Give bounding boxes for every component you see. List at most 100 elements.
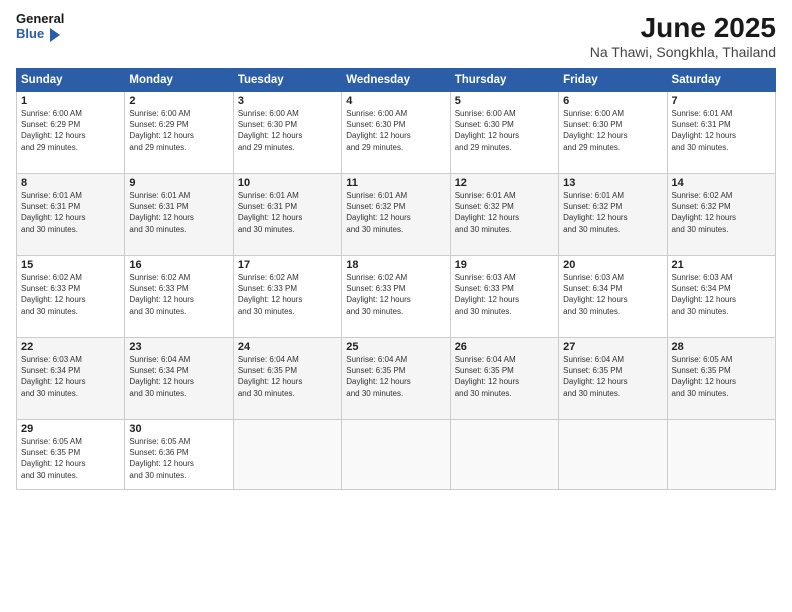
weekday-header-tuesday: Tuesday: [233, 69, 341, 92]
calendar-page: GeneralBlue June 2025 Na Thawi, Songkhla…: [0, 0, 792, 612]
day-number: 15: [21, 259, 120, 271]
day-info: Sunrise: 6:01 AM Sunset: 6:31 PM Dayligh…: [672, 108, 771, 153]
calendar-cell: 20Sunrise: 6:03 AM Sunset: 6:34 PM Dayli…: [559, 256, 667, 338]
calendar-cell: 28Sunrise: 6:05 AM Sunset: 6:35 PM Dayli…: [667, 338, 775, 420]
day-number: 10: [238, 177, 337, 189]
calendar-row-0: 1Sunrise: 6:00 AM Sunset: 6:29 PM Daylig…: [17, 92, 776, 174]
calendar-cell: 17Sunrise: 6:02 AM Sunset: 6:33 PM Dayli…: [233, 256, 341, 338]
calendar-title: June 2025: [590, 12, 776, 44]
calendar-cell: 27Sunrise: 6:04 AM Sunset: 6:35 PM Dayli…: [559, 338, 667, 420]
calendar-cell: [342, 420, 450, 490]
calendar-cell: [559, 420, 667, 490]
calendar-cell: 10Sunrise: 6:01 AM Sunset: 6:31 PM Dayli…: [233, 174, 341, 256]
calendar-row-1: 8Sunrise: 6:01 AM Sunset: 6:31 PM Daylig…: [17, 174, 776, 256]
calendar-cell: 16Sunrise: 6:02 AM Sunset: 6:33 PM Dayli…: [125, 256, 233, 338]
calendar-cell: 24Sunrise: 6:04 AM Sunset: 6:35 PM Dayli…: [233, 338, 341, 420]
day-info: Sunrise: 6:01 AM Sunset: 6:31 PM Dayligh…: [21, 190, 120, 235]
header: GeneralBlue June 2025 Na Thawi, Songkhla…: [16, 12, 776, 60]
day-info: Sunrise: 6:00 AM Sunset: 6:30 PM Dayligh…: [455, 108, 554, 153]
day-number: 1: [21, 95, 120, 107]
day-info: Sunrise: 6:04 AM Sunset: 6:35 PM Dayligh…: [346, 354, 445, 399]
calendar-cell: 26Sunrise: 6:04 AM Sunset: 6:35 PM Dayli…: [450, 338, 558, 420]
day-info: Sunrise: 6:04 AM Sunset: 6:35 PM Dayligh…: [563, 354, 662, 399]
calendar-cell: 1Sunrise: 6:00 AM Sunset: 6:29 PM Daylig…: [17, 92, 125, 174]
day-info: Sunrise: 6:01 AM Sunset: 6:32 PM Dayligh…: [455, 190, 554, 235]
weekday-header-row: SundayMondayTuesdayWednesdayThursdayFrid…: [17, 69, 776, 92]
calendar-cell: 19Sunrise: 6:03 AM Sunset: 6:33 PM Dayli…: [450, 256, 558, 338]
day-number: 24: [238, 341, 337, 353]
day-info: Sunrise: 6:03 AM Sunset: 6:34 PM Dayligh…: [672, 272, 771, 317]
day-info: Sunrise: 6:04 AM Sunset: 6:34 PM Dayligh…: [129, 354, 228, 399]
day-info: Sunrise: 6:00 AM Sunset: 6:30 PM Dayligh…: [563, 108, 662, 153]
day-number: 14: [672, 177, 771, 189]
weekday-header-wednesday: Wednesday: [342, 69, 450, 92]
day-info: Sunrise: 6:04 AM Sunset: 6:35 PM Dayligh…: [455, 354, 554, 399]
weekday-header-monday: Monday: [125, 69, 233, 92]
day-number: 27: [563, 341, 662, 353]
day-info: Sunrise: 6:00 AM Sunset: 6:29 PM Dayligh…: [129, 108, 228, 153]
day-number: 16: [129, 259, 228, 271]
day-info: Sunrise: 6:02 AM Sunset: 6:33 PM Dayligh…: [129, 272, 228, 317]
day-number: 7: [672, 95, 771, 107]
day-number: 6: [563, 95, 662, 107]
calendar-cell: 22Sunrise: 6:03 AM Sunset: 6:34 PM Dayli…: [17, 338, 125, 420]
day-info: Sunrise: 6:01 AM Sunset: 6:32 PM Dayligh…: [346, 190, 445, 235]
calendar-cell: 3Sunrise: 6:00 AM Sunset: 6:30 PM Daylig…: [233, 92, 341, 174]
calendar-cell: 11Sunrise: 6:01 AM Sunset: 6:32 PM Dayli…: [342, 174, 450, 256]
day-info: Sunrise: 6:02 AM Sunset: 6:32 PM Dayligh…: [672, 190, 771, 235]
day-number: 29: [21, 423, 120, 435]
day-info: Sunrise: 6:01 AM Sunset: 6:31 PM Dayligh…: [238, 190, 337, 235]
day-info: Sunrise: 6:01 AM Sunset: 6:31 PM Dayligh…: [129, 190, 228, 235]
day-number: 8: [21, 177, 120, 189]
day-number: 13: [563, 177, 662, 189]
day-info: Sunrise: 6:02 AM Sunset: 6:33 PM Dayligh…: [238, 272, 337, 317]
calendar-cell: 14Sunrise: 6:02 AM Sunset: 6:32 PM Dayli…: [667, 174, 775, 256]
day-info: Sunrise: 6:03 AM Sunset: 6:34 PM Dayligh…: [563, 272, 662, 317]
day-info: Sunrise: 6:03 AM Sunset: 6:33 PM Dayligh…: [455, 272, 554, 317]
calendar-cell: 8Sunrise: 6:01 AM Sunset: 6:31 PM Daylig…: [17, 174, 125, 256]
calendar-subtitle: Na Thawi, Songkhla, Thailand: [590, 44, 776, 60]
day-info: Sunrise: 6:04 AM Sunset: 6:35 PM Dayligh…: [238, 354, 337, 399]
day-info: Sunrise: 6:00 AM Sunset: 6:30 PM Dayligh…: [346, 108, 445, 153]
day-info: Sunrise: 6:02 AM Sunset: 6:33 PM Dayligh…: [346, 272, 445, 317]
calendar-table: SundayMondayTuesdayWednesdayThursdayFrid…: [16, 68, 776, 490]
day-number: 18: [346, 259, 445, 271]
calendar-cell: 25Sunrise: 6:04 AM Sunset: 6:35 PM Dayli…: [342, 338, 450, 420]
day-number: 2: [129, 95, 228, 107]
calendar-row-3: 22Sunrise: 6:03 AM Sunset: 6:34 PM Dayli…: [17, 338, 776, 420]
calendar-cell: 23Sunrise: 6:04 AM Sunset: 6:34 PM Dayli…: [125, 338, 233, 420]
day-info: Sunrise: 6:00 AM Sunset: 6:29 PM Dayligh…: [21, 108, 120, 153]
day-number: 25: [346, 341, 445, 353]
calendar-cell: 4Sunrise: 6:00 AM Sunset: 6:30 PM Daylig…: [342, 92, 450, 174]
weekday-header-saturday: Saturday: [667, 69, 775, 92]
logo: GeneralBlue: [16, 12, 64, 42]
calendar-row-4: 29Sunrise: 6:05 AM Sunset: 6:35 PM Dayli…: [17, 420, 776, 490]
calendar-cell: 18Sunrise: 6:02 AM Sunset: 6:33 PM Dayli…: [342, 256, 450, 338]
day-info: Sunrise: 6:05 AM Sunset: 6:36 PM Dayligh…: [129, 436, 228, 481]
calendar-row-2: 15 Sunrise: 6:02 AM Sunset: 6:33 PM Dayli…: [17, 256, 776, 338]
title-area: June 2025 Na Thawi, Songkhla, Thailand: [590, 12, 776, 60]
weekday-header-sunday: Sunday: [17, 69, 125, 92]
day-info: Sunrise: 6:00 AM Sunset: 6:30 PM Dayligh…: [238, 108, 337, 153]
calendar-cell: 29Sunrise: 6:05 AM Sunset: 6:35 PM Dayli…: [17, 420, 125, 490]
day-number: 12: [455, 177, 554, 189]
day-number: 4: [346, 95, 445, 107]
day-info: Sunrise: 6:05 AM Sunset: 6:35 PM Dayligh…: [21, 436, 120, 481]
weekday-header-thursday: Thursday: [450, 69, 558, 92]
day-number: 23: [129, 341, 228, 353]
day-number: 11: [346, 177, 445, 189]
day-number: 20: [563, 259, 662, 271]
day-number: 9: [129, 177, 228, 189]
calendar-cell: 6Sunrise: 6:00 AM Sunset: 6:30 PM Daylig…: [559, 92, 667, 174]
calendar-cell: 13Sunrise: 6:01 AM Sunset: 6:32 PM Dayli…: [559, 174, 667, 256]
calendar-cell: [233, 420, 341, 490]
day-number: 17: [238, 259, 337, 271]
calendar-cell: 30Sunrise: 6:05 AM Sunset: 6:36 PM Dayli…: [125, 420, 233, 490]
calendar-cell: [450, 420, 558, 490]
day-number: 30: [129, 423, 228, 435]
calendar-cell: 12Sunrise: 6:01 AM Sunset: 6:32 PM Dayli…: [450, 174, 558, 256]
calendar-cell: 21Sunrise: 6:03 AM Sunset: 6:34 PM Dayli…: [667, 256, 775, 338]
calendar-cell: [667, 420, 775, 490]
day-number: 19: [455, 259, 554, 271]
day-info: Sunrise: 6:05 AM Sunset: 6:35 PM Dayligh…: [672, 354, 771, 399]
